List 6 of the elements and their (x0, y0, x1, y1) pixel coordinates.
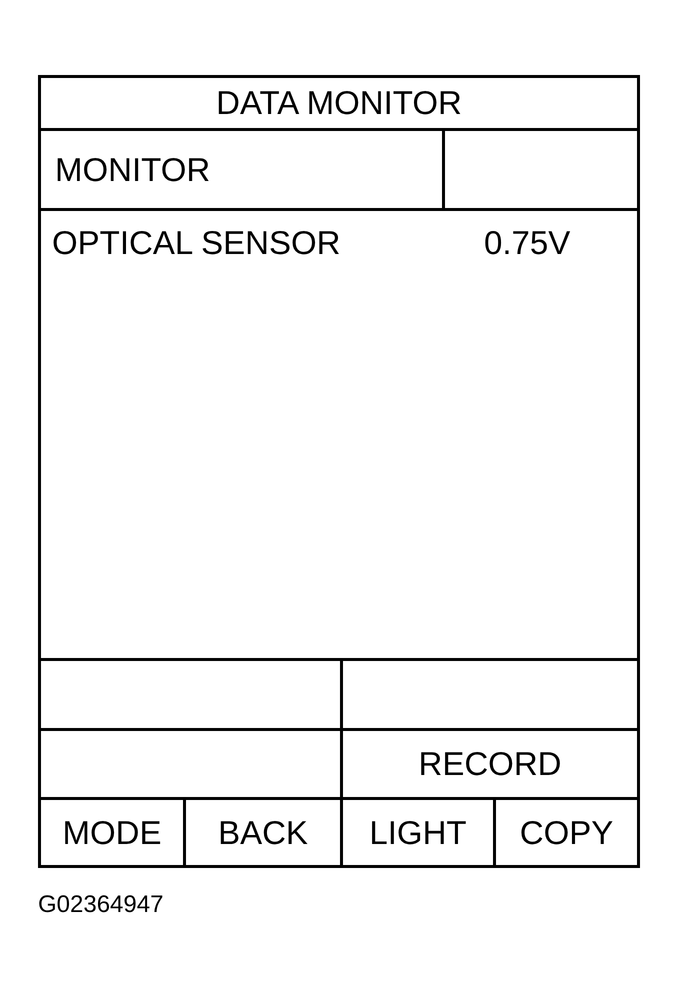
function-label: RECORD (418, 745, 562, 783)
header-label: MONITOR (55, 150, 210, 188)
reading-name: OPTICAL SENSOR (52, 224, 342, 262)
figure-id: G02364947 (38, 891, 164, 919)
screen-title: DATA MONITOR (216, 84, 462, 122)
reading-value: 0.75V (484, 224, 570, 262)
